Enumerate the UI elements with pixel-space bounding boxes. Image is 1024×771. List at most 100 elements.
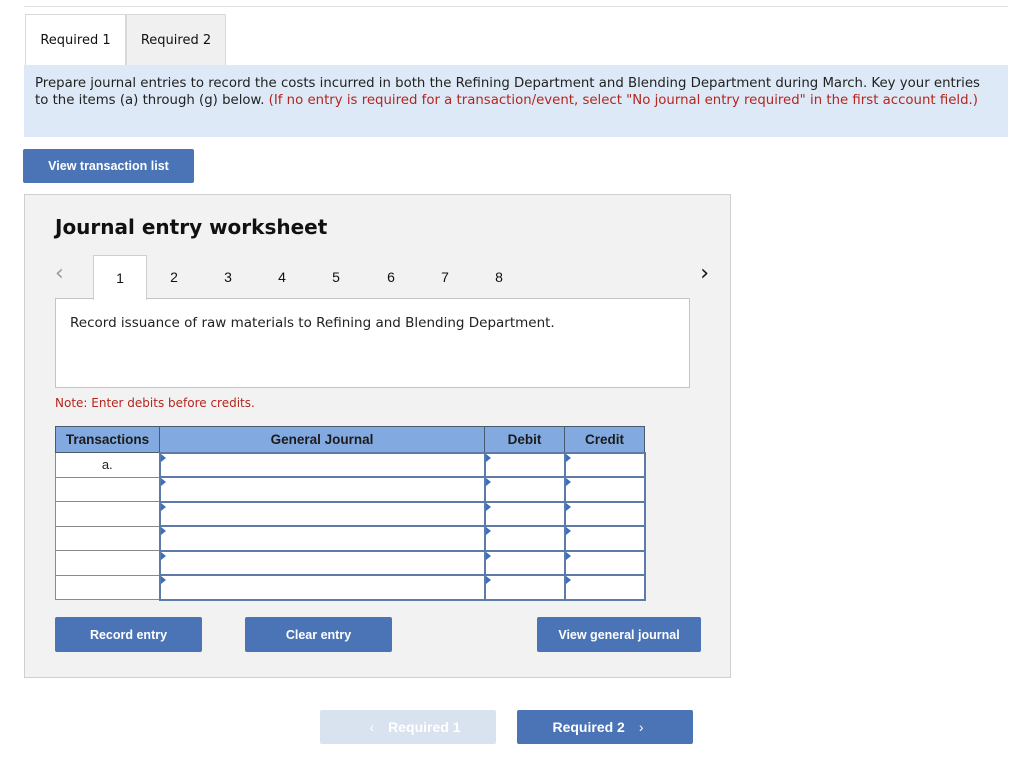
dropdown-marker-icon bbox=[485, 453, 491, 462]
dropdown-marker-icon bbox=[160, 527, 166, 535]
dropdown-marker-icon bbox=[160, 551, 166, 560]
journal-header-row: Transactions General Journal Debit Credi… bbox=[55, 426, 645, 453]
worksheet-title: Journal entry worksheet bbox=[55, 215, 328, 239]
debit-input[interactable] bbox=[485, 478, 564, 501]
journal-row: a. bbox=[55, 451, 646, 478]
transaction-cell bbox=[55, 550, 160, 576]
account-select-cell bbox=[158, 549, 486, 576]
page-2[interactable]: 2 bbox=[147, 255, 201, 299]
dropdown-marker-icon bbox=[565, 502, 571, 511]
credit-input[interactable] bbox=[565, 576, 644, 599]
credit-input[interactable] bbox=[565, 478, 644, 501]
page-5[interactable]: 5 bbox=[309, 255, 363, 299]
dropdown-marker-icon bbox=[160, 502, 166, 511]
journal-row bbox=[55, 476, 646, 503]
transaction-cell: a. bbox=[55, 452, 160, 478]
dropdown-marker-icon bbox=[565, 551, 571, 560]
credit-input[interactable] bbox=[565, 453, 644, 476]
dropdown-marker-icon bbox=[565, 478, 571, 486]
requirement-tabs: Required 1 Required 2 bbox=[25, 14, 226, 66]
chevron-left-icon: ‹ bbox=[369, 719, 375, 735]
transaction-cell bbox=[55, 476, 160, 502]
dropdown-marker-icon bbox=[160, 453, 166, 462]
journal-row bbox=[55, 525, 646, 552]
previous-required-label: Required 1 bbox=[388, 719, 461, 735]
clear-entry-button[interactable]: Clear entry bbox=[245, 617, 392, 652]
credit-input[interactable] bbox=[565, 502, 644, 525]
next-required-button[interactable]: Required 2 › bbox=[517, 710, 693, 744]
top-divider bbox=[24, 6, 1008, 7]
transaction-cell bbox=[55, 525, 160, 551]
credit-input-cell bbox=[563, 476, 646, 503]
dropdown-marker-icon bbox=[485, 576, 491, 584]
dropdown-marker-icon bbox=[485, 551, 491, 560]
transaction-cell bbox=[55, 501, 160, 527]
debit-input[interactable] bbox=[485, 527, 564, 550]
credit-input-cell bbox=[563, 549, 646, 576]
journal-row bbox=[55, 574, 646, 601]
header-debit: Debit bbox=[484, 426, 565, 453]
chevron-right-icon: › bbox=[638, 719, 644, 735]
page-7[interactable]: 7 bbox=[418, 255, 472, 299]
dropdown-marker-icon bbox=[160, 576, 166, 584]
debit-input[interactable] bbox=[485, 576, 564, 599]
dropdown-marker-icon bbox=[565, 576, 571, 584]
tab-required-1[interactable]: Required 1 bbox=[25, 14, 126, 66]
chevron-right-icon[interactable]: › bbox=[700, 261, 709, 286]
dropdown-marker-icon bbox=[565, 453, 571, 462]
debit-input-cell bbox=[483, 574, 566, 601]
dropdown-marker-icon bbox=[565, 527, 571, 535]
credit-input[interactable] bbox=[565, 527, 644, 550]
transaction-cell bbox=[55, 574, 160, 600]
chevron-left-icon[interactable]: ‹ bbox=[55, 261, 64, 286]
credit-input-cell bbox=[563, 525, 646, 552]
journal-entry-worksheet: Journal entry worksheet ‹ 1 2 3 4 5 6 7 … bbox=[24, 194, 731, 678]
credit-input-cell bbox=[563, 574, 646, 601]
account-select[interactable] bbox=[160, 502, 484, 525]
debit-credit-note: Note: Enter debits before credits. bbox=[55, 396, 255, 410]
account-select-cell bbox=[158, 500, 486, 527]
account-select[interactable] bbox=[160, 478, 484, 501]
dropdown-marker-icon bbox=[485, 478, 491, 486]
header-credit: Credit bbox=[564, 426, 645, 453]
credit-input-cell bbox=[563, 500, 646, 527]
credit-input-cell bbox=[563, 451, 646, 478]
account-select[interactable] bbox=[160, 551, 484, 574]
page-1[interactable]: 1 bbox=[93, 255, 147, 300]
previous-required-button[interactable]: ‹ Required 1 bbox=[320, 710, 496, 744]
account-select[interactable] bbox=[160, 576, 484, 599]
page-3[interactable]: 3 bbox=[201, 255, 255, 299]
account-select[interactable] bbox=[160, 453, 484, 476]
debit-input[interactable] bbox=[485, 551, 564, 574]
debit-input[interactable] bbox=[485, 502, 564, 525]
view-transaction-list-button[interactable]: View transaction list bbox=[23, 149, 194, 183]
debit-input[interactable] bbox=[485, 453, 564, 476]
worksheet-pagination: ‹ 1 2 3 4 5 6 7 8 › bbox=[55, 255, 709, 300]
debit-input-cell bbox=[483, 451, 566, 478]
dropdown-marker-icon bbox=[485, 502, 491, 511]
page-8[interactable]: 8 bbox=[472, 255, 526, 299]
header-transactions: Transactions bbox=[55, 426, 160, 453]
tab-required-2[interactable]: Required 2 bbox=[126, 14, 226, 66]
journal-table: Transactions General Journal Debit Credi… bbox=[55, 426, 646, 601]
transaction-description: Record issuance of raw materials to Refi… bbox=[55, 298, 690, 388]
journal-row bbox=[55, 500, 646, 527]
view-general-journal-button[interactable]: View general journal bbox=[537, 617, 701, 652]
next-required-label: Required 2 bbox=[552, 719, 625, 735]
debit-input-cell bbox=[483, 500, 566, 527]
debit-input-cell bbox=[483, 549, 566, 576]
page-4[interactable]: 4 bbox=[255, 255, 309, 299]
instructions-note: (If no entry is required for a transacti… bbox=[268, 92, 978, 108]
instructions-panel: Prepare journal entries to record the co… bbox=[24, 65, 1008, 137]
account-select-cell bbox=[158, 574, 486, 601]
account-select[interactable] bbox=[160, 527, 484, 550]
credit-input[interactable] bbox=[565, 551, 644, 574]
account-select-cell bbox=[158, 525, 486, 552]
dropdown-marker-icon bbox=[485, 527, 491, 535]
debit-input-cell bbox=[483, 525, 566, 552]
record-entry-button[interactable]: Record entry bbox=[55, 617, 202, 652]
account-select-cell bbox=[158, 476, 486, 503]
header-general-journal: General Journal bbox=[159, 426, 485, 453]
account-select-cell bbox=[158, 451, 486, 478]
page-6[interactable]: 6 bbox=[364, 255, 418, 299]
